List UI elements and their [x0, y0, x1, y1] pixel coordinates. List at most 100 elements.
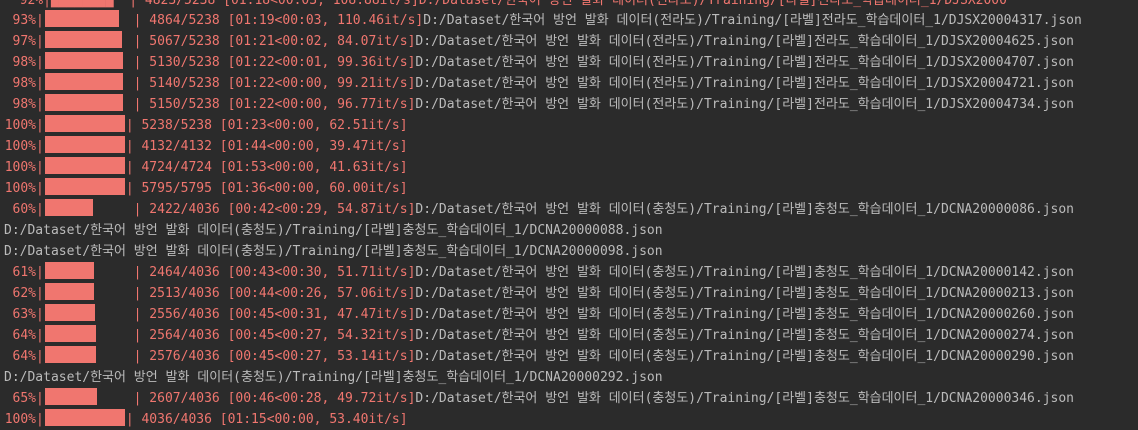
file-path: D:/Dataset/한국어 방언 발화 데이터(전라도)/Training/[… — [415, 97, 1075, 112]
progress-line: 100%| | 4724/4724 [01:53<00:00, 41.63it/s… — [4, 157, 1138, 178]
progress-stats: | 2513/4036 [00:44<00:26, 57.06it/s] — [125, 286, 416, 301]
progress-percent: 63% — [4, 307, 37, 322]
progress-bar — [44, 10, 125, 27]
progress-line: 93%| | 4864/5238 [01:19<00:03, 110.46it/… — [4, 10, 1138, 31]
file-path: D:/Dataset/한국어 방언 발화 데이터(충청도)/Training/[… — [415, 349, 1075, 364]
file-path: D:/Dataset/한국어 방언 발화 데이터(충청도)/Training/[… — [4, 244, 663, 259]
progress-percent: 97% — [4, 34, 37, 49]
progress-bar-fill — [44, 31, 123, 48]
progress-percent: 100% — [4, 118, 36, 133]
progress-line: 60%| | 2422/4036 [00:42<00:29, 54.87it/s… — [4, 199, 1138, 220]
progress-bar — [44, 346, 125, 363]
progress-bar — [44, 157, 125, 174]
progress-stats: | 5238/5238 [01:23<00:00, 62.51it/s] — [125, 118, 408, 133]
progress-bar — [44, 52, 125, 69]
progress-bar — [44, 31, 125, 48]
progress-bar-fill — [44, 73, 124, 90]
progress-line: 65%| | 2607/4036 [00:46<00:28, 49.72it/s… — [4, 388, 1138, 409]
file-path: D:/Dataset/한국어 방언 발화 데이터(충청도)/Training/[… — [4, 223, 663, 238]
file-path: D:/Dataset/한국어 방언 발화 데이터(충청도)/Training/[… — [415, 328, 1075, 343]
progress-line: 61%| | 2464/4036 [00:43<00:30, 51.71it/s… — [4, 262, 1138, 283]
progress-line: 100%| | 4132/4132 [01:44<00:00, 39.47it/s… — [4, 136, 1138, 157]
progress-stats: | 2564/4036 [00:45<00:27, 54.32it/s] — [125, 328, 416, 343]
progress-percent: 98% — [4, 97, 37, 112]
progress-bar-fill — [44, 262, 94, 279]
progress-stats: | 5795/5795 [01:36<00:00, 60.00it/s] — [125, 181, 408, 196]
file-path: D:/Dataset/한국어 방언 발화 데이터(전라도)/Training/[… — [415, 76, 1075, 91]
bar-separator: | — [36, 55, 44, 70]
progress-bar — [44, 115, 125, 132]
progress-stats: | 5150/5238 [01:22<00:00, 96.77it/s] — [125, 97, 416, 112]
progress-bar-fill — [44, 10, 120, 27]
progress-percent: 64% — [4, 349, 37, 364]
path-line: D:/Dataset/한국어 방언 발화 데이터(충청도)/Training/[… — [4, 241, 1138, 262]
bar-separator: | — [36, 328, 44, 343]
progress-bar-fill — [44, 178, 125, 195]
progress-bar — [44, 94, 125, 111]
progress-stats: | 5067/5238 [01:21<00:02, 84.07it/s] — [125, 34, 416, 49]
progress-bar-fill — [44, 94, 124, 111]
progress-percent: 100% — [4, 139, 36, 154]
bar-separator: | — [36, 265, 44, 280]
progress-percent: 93% — [4, 13, 37, 28]
terminal-output: 92%|████████ | 4823/5238 [01:18<00:03, 1… — [0, 0, 1138, 430]
progress-bar-fill — [44, 346, 97, 363]
progress-bar-fill — [44, 304, 96, 321]
progress-bar-fill — [44, 388, 97, 405]
terminal-lines: 93%| | 4864/5238 [01:19<00:03, 110.46it/… — [4, 10, 1138, 430]
progress-stats: | 2576/4036 [00:45<00:27, 53.14it/s] — [125, 349, 416, 364]
progress-stats: | 2422/4036 [00:42<00:29, 54.87it/s] — [125, 202, 416, 217]
progress-line: 100%| | 5795/5795 [01:36<00:00, 60.00it/s… — [4, 178, 1138, 199]
file-path: D:/Dataset/한국어 방언 발화 데이터(충청도)/Training/[… — [415, 391, 1075, 406]
progress-stats: | 5140/5238 [01:22<00:00, 99.21it/s] — [125, 76, 416, 91]
progress-bar — [44, 325, 125, 342]
progress-bar-fill — [44, 409, 125, 426]
progress-bar — [44, 262, 125, 279]
progress-line: 97%| | 5067/5238 [01:21<00:02, 84.07it/s… — [4, 31, 1138, 52]
bar-separator: | — [36, 13, 44, 28]
file-path: D:/Dataset/한국어 방언 발화 데이터(전라도)/Training/[… — [415, 34, 1075, 49]
path-line: D:/Dataset/한국어 방언 발화 데이터(충청도)/Training/[… — [4, 220, 1138, 241]
bar-separator: | — [36, 139, 44, 154]
file-path: D:/Dataset/한국어 방언 발화 데이터(전라도)/Training/[… — [423, 13, 1082, 28]
progress-stats: | 4864/5238 [01:19<00:03, 110.46it/s] — [125, 13, 424, 28]
progress-bar — [44, 199, 125, 216]
progress-stats: | 4724/4724 [01:53<00:00, 41.63it/s] — [125, 160, 408, 175]
file-path: D:/Dataset/한국어 방언 발화 데이터(충청도)/Training/[… — [415, 307, 1075, 322]
progress-line: 100%| | 4036/4036 [01:15<00:00, 53.40it/s… — [4, 409, 1138, 430]
progress-bar-fill — [44, 199, 93, 216]
progress-percent: 65% — [4, 391, 37, 406]
path-line: D:/Dataset/한국어 방언 발화 데이터(충청도)/Training/[… — [4, 367, 1138, 388]
progress-line: 100%| | 5238/5238 [01:23<00:00, 62.51it/s… — [4, 115, 1138, 136]
bar-separator: | — [36, 34, 44, 49]
file-path: D:/Dataset/한국어 방언 발화 데이터(충청도)/Training/[… — [4, 370, 663, 385]
progress-line: 98%| | 5140/5238 [01:22<00:00, 99.21it/s… — [4, 73, 1138, 94]
progress-percent: 100% — [4, 160, 36, 175]
progress-percent: 98% — [4, 76, 37, 91]
progress-percent: 61% — [4, 265, 37, 280]
progress-stats: | 4036/4036 [01:15<00:00, 53.40it/s] — [125, 412, 408, 427]
progress-percent: 100% — [4, 412, 36, 427]
progress-stats: | 2607/4036 [00:46<00:28, 49.72it/s] — [125, 391, 416, 406]
bar-separator: | — [36, 160, 44, 175]
progress-percent: 64% — [4, 328, 37, 343]
progress-stats: | 2464/4036 [00:43<00:30, 51.71it/s] — [125, 265, 416, 280]
progress-bar-fill — [44, 115, 125, 132]
progress-percent: 62% — [4, 286, 37, 301]
progress-line: 64%| | 2576/4036 [00:45<00:27, 53.14it/s… — [4, 346, 1138, 367]
progress-bar-fill — [44, 136, 125, 153]
bar-separator: | — [36, 391, 44, 406]
progress-bar — [44, 283, 125, 300]
progress-bar — [44, 388, 125, 405]
progress-line: 98%| | 5150/5238 [01:22<00:00, 96.77it/s… — [4, 94, 1138, 115]
progress-line: 63%| | 2556/4036 [00:45<00:31, 47.47it/s… — [4, 304, 1138, 325]
progress-bar-fill — [44, 157, 125, 174]
progress-line: 64%| | 2564/4036 [00:45<00:27, 54.32it/s… — [4, 325, 1138, 346]
progress-percent: 100% — [4, 181, 36, 196]
bar-separator: | — [36, 202, 44, 217]
bar-separator: | — [36, 181, 44, 196]
progress-bar — [44, 304, 125, 321]
progress-bar — [44, 409, 125, 426]
progress-stats: | 4132/4132 [01:44<00:00, 39.47it/s] — [125, 139, 408, 154]
progress-bar-fill — [44, 325, 97, 342]
